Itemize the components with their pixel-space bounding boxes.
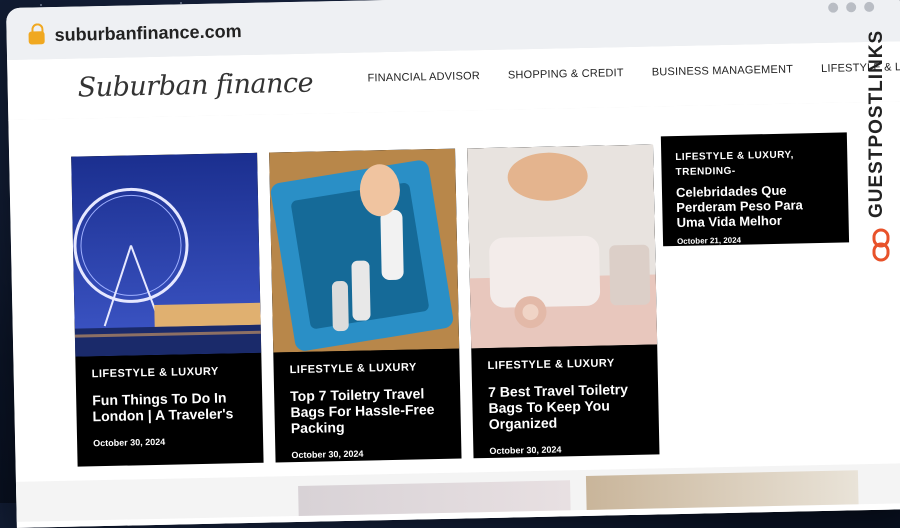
- star: [40, 4, 42, 6]
- article-thumbnail[interactable]: [298, 480, 571, 516]
- main-nav: FINANCIAL ADVISOR SHOPPING & CREDIT BUSI…: [367, 60, 900, 84]
- trending-date: October 21, 2024: [676, 235, 742, 246]
- article-date: October 30, 2024: [489, 444, 562, 457]
- article-title[interactable]: Top 7 Toiletry Travel Bags For Hassle-Fr…: [290, 385, 447, 437]
- article-card[interactable]: LIFESTYLE & LUXURY Top 7 Toiletry Travel…: [269, 148, 462, 463]
- window-dot-icon[interactable]: [864, 1, 875, 13]
- nav-business-management[interactable]: BUSINESS MANAGEMENT: [652, 64, 794, 79]
- window-dot-icon[interactable]: [846, 2, 857, 13]
- article-date: October 30, 2024: [93, 436, 166, 449]
- nav-financial-advisor[interactable]: FINANCIAL ADVISOR: [367, 70, 480, 84]
- article-category[interactable]: LIFESTYLE & LUXURY: [487, 357, 643, 372]
- link-icon: [872, 228, 890, 267]
- article-date: October 30, 2024: [291, 448, 364, 461]
- guestpostlinks-badge: GUESTPOSTLINKS: [864, 30, 896, 270]
- browser-window: suburbanfinance.com Suburban finance FIN…: [6, 0, 900, 528]
- site-logo[interactable]: Suburban finance: [77, 68, 313, 104]
- article-card[interactable]: LIFESTYLE & LUXURY Fun Things To Do In L…: [71, 152, 264, 467]
- article-image[interactable]: [71, 152, 262, 357]
- article-body: LIFESTYLE & LUXURY Fun Things To Do In L…: [92, 365, 250, 449]
- article-image[interactable]: [467, 144, 658, 349]
- badge-text: GUESTPOSTLINKS: [866, 29, 887, 218]
- article-thumbnail[interactable]: [585, 470, 859, 510]
- article-category[interactable]: LIFESTYLE & LUXURY: [290, 361, 446, 376]
- window-dot-icon[interactable]: [828, 2, 839, 13]
- article-title[interactable]: Fun Things To Do In London | A Traveler'…: [92, 389, 249, 424]
- window-controls: [828, 1, 875, 13]
- trending-title[interactable]: Celebridades Que Perderam Peso Para Uma …: [676, 183, 835, 231]
- article-category[interactable]: LIFESTYLE & LUXURY: [92, 365, 248, 381]
- article-card[interactable]: LIFESTYLE & LUXURY 7 Best Travel Toiletr…: [467, 144, 660, 459]
- article-body: LIFESTYLE & LUXURY Top 7 Toiletry Travel…: [290, 361, 448, 461]
- trending-category[interactable]: LIFESTYLE & LUXURY, TRENDING-: [675, 147, 834, 180]
- trending-category-line[interactable]: TRENDING-: [675, 162, 833, 180]
- article-body: LIFESTYLE & LUXURY 7 Best Travel Toiletr…: [487, 357, 645, 457]
- lock-icon: [28, 31, 45, 45]
- main-content: LIFESTYLE & LUXURY Fun Things To Do In L…: [8, 101, 900, 528]
- nav-shopping-credit[interactable]: SHOPPING & CREDIT: [508, 67, 624, 81]
- article-image[interactable]: [269, 148, 460, 353]
- trending-card[interactable]: LIFESTYLE & LUXURY, TRENDING- Celebridad…: [660, 132, 850, 247]
- url-text[interactable]: suburbanfinance.com: [54, 21, 241, 46]
- article-title[interactable]: 7 Best Travel Toiletry Bags To Keep You …: [488, 381, 645, 433]
